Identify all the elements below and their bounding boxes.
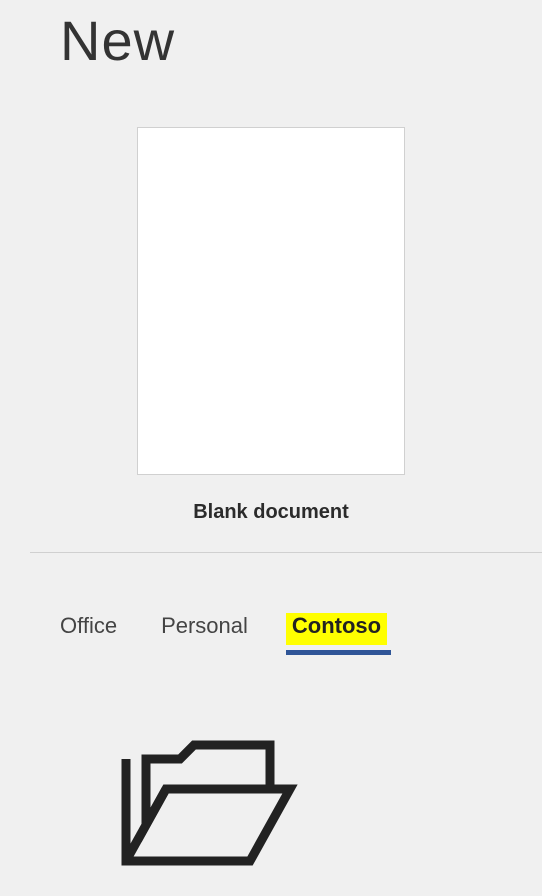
page-title: New	[56, 0, 486, 73]
folder-open-icon[interactable]	[120, 731, 486, 881]
templates-section: Blank document	[56, 127, 486, 524]
blank-document-preview	[137, 127, 405, 475]
folder-section	[56, 731, 486, 881]
template-source-tabs: Office Personal Contoso	[56, 613, 486, 645]
tab-contoso[interactable]: Contoso	[286, 613, 387, 645]
blank-document-label: Blank document	[193, 501, 349, 524]
blank-document-template[interactable]: Blank document	[137, 127, 405, 524]
tab-personal[interactable]: Personal	[161, 613, 248, 645]
tab-office[interactable]: Office	[60, 613, 117, 645]
section-divider	[30, 552, 542, 553]
